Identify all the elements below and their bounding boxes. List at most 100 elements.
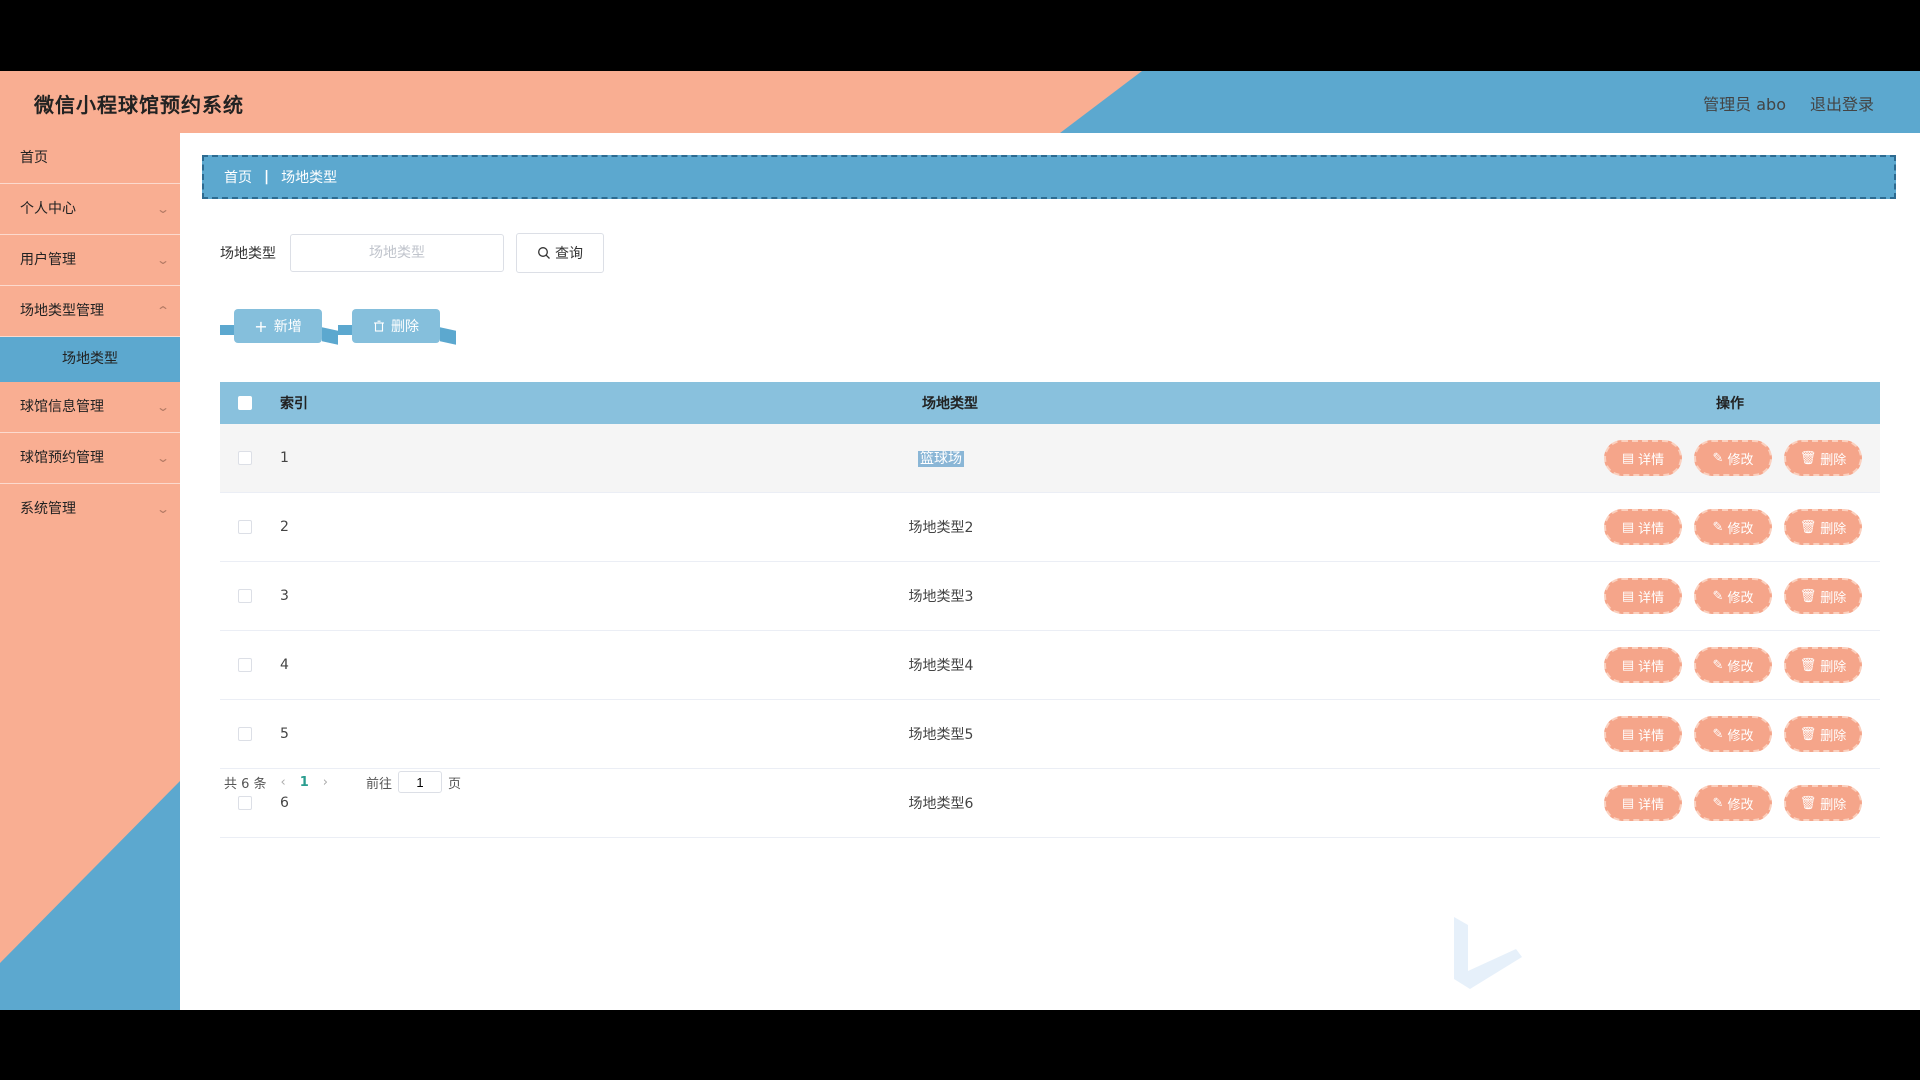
ribbon-tail-right	[440, 327, 456, 345]
row-venue-type: 场地类型4	[908, 658, 974, 674]
delete-button[interactable]: 🗑 删除	[1784, 440, 1862, 476]
search-label: 场地类型	[220, 246, 276, 262]
table-row: 2 场地类型2 ▤ 详情 ✎ 修改 🗑 删除	[220, 493, 1880, 562]
row-checkbox[interactable]	[238, 796, 252, 810]
app-title: 微信小程球馆预约系统	[34, 93, 244, 117]
detail-label: 详情	[1638, 659, 1665, 675]
table-row: 4 场地类型4 ▤ 详情 ✎ 修改 🗑 删除	[220, 631, 1880, 700]
sidebar-item-label: 首页	[20, 150, 48, 166]
admin-user-label[interactable]: 管理员 abo	[1703, 91, 1786, 115]
sidebar-item-label: 球馆信息管理	[20, 399, 104, 415]
pagination: 共 6 条 ‹ 1 › 前往 页	[224, 771, 461, 793]
trash-icon: 🗑	[1799, 450, 1817, 466]
row-venue-type-cell: 篮球场	[320, 448, 1562, 468]
row-checkbox[interactable]	[238, 520, 252, 534]
row-checkbox[interactable]	[238, 589, 252, 603]
next-page-icon[interactable]: ›	[323, 775, 328, 790]
detail-button[interactable]: ▤ 详情	[1604, 578, 1682, 614]
edit-button[interactable]: ✎ 修改	[1694, 509, 1772, 545]
breadcrumb-current: 场地类型	[281, 170, 338, 186]
trash-icon: 🗑	[1799, 795, 1817, 811]
sidebar-item-system-management[interactable]: 系统管理 ⌄	[0, 484, 180, 534]
query-button[interactable]: 查询	[516, 233, 604, 273]
delete-label: 删除	[1820, 659, 1847, 675]
edit-label: 修改	[1727, 452, 1754, 468]
logout-link[interactable]: 退出登录	[1810, 91, 1874, 115]
breadcrumb: 首页 | 场地类型	[202, 155, 1896, 199]
edit-button[interactable]: ✎ 修改	[1694, 578, 1772, 614]
select-all-checkbox[interactable]	[238, 396, 252, 410]
table-row: 1 篮球场 ▤ 详情 ✎ 修改 🗑 删除	[220, 424, 1880, 493]
detail-button[interactable]: ▤ 详情	[1604, 509, 1682, 545]
sidebar-item-gym-booking-management[interactable]: 球馆预约管理 ⌄	[0, 433, 180, 484]
detail-label: 详情	[1638, 521, 1665, 537]
header-user-area: 管理员 abo 退出登录	[1703, 91, 1874, 115]
detail-button[interactable]: ▤ 详情	[1604, 785, 1682, 821]
sidebar-item-label: 个人中心	[20, 201, 76, 217]
chevron-down-icon: ⌄	[155, 400, 171, 414]
page-suffix: 页	[448, 776, 462, 792]
prev-page-icon[interactable]: ‹	[281, 775, 286, 790]
row-checkbox-cell	[220, 796, 270, 810]
row-operations: ▤ 详情 ✎ 修改 🗑 删除	[1562, 440, 1880, 476]
batch-delete-button[interactable]: 删除	[352, 309, 440, 343]
row-venue-type: 场地类型6	[908, 796, 974, 812]
row-index: 3	[280, 588, 289, 604]
delete-button[interactable]: 🗑 删除	[1784, 509, 1862, 545]
detail-button[interactable]: ▤ 详情	[1604, 716, 1682, 752]
add-button[interactable]: + 新增	[234, 309, 322, 343]
row-index: 1	[280, 450, 289, 466]
trash-icon	[374, 320, 384, 332]
edit-icon: ✎	[1712, 726, 1724, 742]
total-count: 共 6 条	[224, 776, 267, 792]
venue-type-search-input[interactable]	[290, 234, 504, 272]
header-index: 索引	[280, 396, 308, 412]
delete-button[interactable]: 🗑 删除	[1784, 785, 1862, 821]
sidebar-item-label: 球馆预约管理	[20, 450, 104, 466]
edit-button[interactable]: ✎ 修改	[1694, 647, 1772, 683]
table-row: 5 场地类型5 ▤ 详情 ✎ 修改 🗑 删除	[220, 700, 1880, 769]
edit-icon: ✎	[1712, 450, 1724, 466]
edit-button[interactable]: ✎ 修改	[1694, 440, 1772, 476]
chevron-down-icon: ⌄	[155, 253, 171, 267]
edit-label: 修改	[1727, 659, 1754, 675]
sidebar-item-user-management[interactable]: 用户管理 ⌄	[0, 235, 180, 286]
delete-button-wrapper: 删除	[338, 309, 456, 355]
add-button-wrapper: + 新增	[220, 309, 338, 355]
row-index: 6	[280, 795, 289, 811]
sidebar-subitem-venue-type[interactable]: 场地类型	[0, 337, 180, 382]
delete-button[interactable]: 🗑 删除	[1784, 716, 1862, 752]
sidebar-item-home[interactable]: 首页	[0, 133, 180, 184]
sidebar-item-gym-info-management[interactable]: 球馆信息管理 ⌄	[0, 382, 180, 433]
row-venue-type: 场地类型2	[908, 520, 974, 536]
detail-label: 详情	[1638, 452, 1665, 468]
detail-button[interactable]: ▤ 详情	[1604, 647, 1682, 683]
document-icon: ▤	[1621, 519, 1635, 535]
sidebar-item-venue-type-management[interactable]: 场地类型管理 ⌃	[0, 286, 180, 337]
detail-button[interactable]: ▤ 详情	[1604, 440, 1682, 476]
row-checkbox[interactable]	[238, 658, 252, 672]
ribbon-tail-right	[322, 327, 338, 345]
edit-icon: ✎	[1712, 519, 1724, 535]
row-venue-type: 篮球场	[918, 451, 964, 467]
delete-button[interactable]: 🗑 删除	[1784, 647, 1862, 683]
goto-page-input[interactable]	[398, 771, 443, 793]
delete-button[interactable]: 🗑 删除	[1784, 578, 1862, 614]
search-icon	[538, 247, 550, 259]
row-checkbox[interactable]	[238, 727, 252, 741]
delete-label: 删除	[1820, 728, 1847, 744]
current-page[interactable]: 1	[300, 775, 309, 790]
row-checkbox[interactable]	[238, 451, 252, 465]
add-button-label: 新增	[273, 319, 302, 335]
trash-icon: 🗑	[1799, 588, 1817, 604]
row-operations: ▤ 详情 ✎ 修改 🗑 删除	[1562, 509, 1880, 545]
row-checkbox-cell	[220, 658, 270, 672]
breadcrumb-home[interactable]: 首页	[224, 167, 252, 187]
edit-button[interactable]: ✎ 修改	[1694, 716, 1772, 752]
row-venue-type: 场地类型3	[908, 589, 974, 605]
row-index: 2	[280, 519, 289, 535]
header-checkbox-cell	[220, 396, 270, 410]
sidebar-item-personal-center[interactable]: 个人中心 ⌄	[0, 184, 180, 235]
edit-button[interactable]: ✎ 修改	[1694, 785, 1772, 821]
row-venue-type: 场地类型5	[908, 727, 974, 743]
